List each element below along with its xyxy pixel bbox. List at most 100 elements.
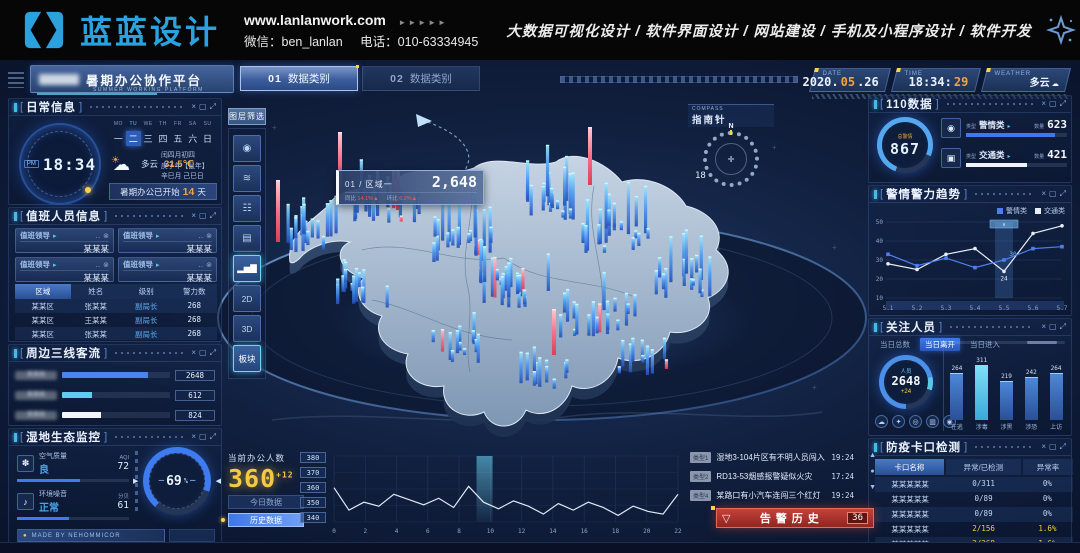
close-icon[interactable]: × [191, 433, 196, 441]
bar-scrollbar[interactable] [947, 341, 1065, 344]
duty-card[interactable]: 值班领导▸‥⊗某某某 [118, 257, 217, 282]
more-icon[interactable]: ‥ [198, 261, 203, 269]
close-icon[interactable]: × [191, 212, 196, 220]
focus-bar-column: 219涉黑 [998, 347, 1016, 431]
layer-3d-button[interactable]: 3D [233, 315, 261, 342]
close-icon[interactable]: × [1041, 443, 1046, 451]
focus-bar-column: 242涉恐 [1022, 347, 1040, 431]
madeby-bar: ● MADE BY NEHOMMICOR [17, 529, 165, 542]
weekday[interactable]: SU日 [200, 121, 215, 146]
more-icon[interactable]: ‥ [198, 232, 203, 240]
weekday[interactable]: WE三 [141, 121, 156, 146]
expand-icon[interactable]: ⤢ [1060, 323, 1066, 331]
layer-patrol-button[interactable]: ☷ [233, 195, 261, 222]
flow-bar-fill [62, 392, 92, 398]
layer-chart-button[interactable]: ▂▅▇ [233, 255, 261, 282]
checkpoint-scrollbar[interactable] [875, 543, 1073, 546]
layer-district-button[interactable]: 板块 [233, 345, 261, 372]
panel-title: 日常信息 [26, 99, 76, 115]
tab-data-category-02[interactable]: 02数据类别 [362, 66, 480, 91]
checkpoint-row: 某某某某某0/890% [875, 492, 1073, 507]
maximize-icon[interactable]: ▢ [1049, 323, 1057, 331]
alert-row[interactable]: 类型1湿地3-104片区有不明人员闯入19:24 [690, 450, 854, 465]
maximize-icon[interactable]: ▢ [1049, 190, 1057, 198]
close-icon[interactable]: × [1041, 100, 1046, 108]
maximize-icon[interactable]: ▢ [199, 212, 207, 220]
remove-icon[interactable]: ⊗ [206, 261, 212, 269]
history-data-button[interactable]: 历史数据 [228, 513, 304, 527]
more-icon[interactable]: ‥ [95, 261, 100, 269]
alert-tag: 类型1 [690, 452, 711, 463]
expand-icon[interactable]: ⤢ [210, 212, 216, 220]
alert-row[interactable]: 类型2RD13-53烟感报警疑似火灾17:24 [690, 469, 854, 484]
cloud-icon: ☁ [1051, 75, 1058, 89]
scroll-dot-icon[interactable]: ● [870, 468, 874, 475]
remove-icon[interactable]: ⊗ [206, 232, 212, 240]
gauge-left-arrow: ▶ [133, 477, 138, 485]
brand-name: 蓝蓝设计 [80, 7, 220, 53]
weekday[interactable]: MO一 [111, 121, 126, 146]
maximize-icon[interactable]: ▢ [1049, 443, 1057, 451]
remove-icon[interactable]: ⊗ [103, 232, 109, 240]
panel-title: 湿地生态监控 [26, 429, 101, 445]
table-cell: 某某区 [15, 299, 71, 313]
eco-gauge: – 69 % – ▶ ◀ [143, 447, 211, 515]
expand-icon[interactable]: ⤢ [210, 349, 216, 357]
maximize-icon[interactable]: ▢ [1049, 100, 1057, 108]
layer-camera-button[interactable]: ◉ [233, 135, 261, 162]
weekday[interactable]: SA六 [185, 121, 200, 146]
close-icon[interactable]: × [1041, 323, 1046, 331]
checkpoint-rate: 0% [1022, 509, 1073, 520]
trend-panel: [警情警力趋势]×▢⤢ 警情类交通类 5040302010∨30245.15.2… [868, 185, 1072, 316]
maximize-icon[interactable]: ▢ [199, 433, 207, 441]
maximize-icon[interactable]: ▢ [199, 349, 207, 357]
expand-icon[interactable]: ⤢ [1060, 100, 1066, 108]
caret-icon: ▸ [1008, 153, 1011, 160]
duty-name: 某某某 [123, 270, 212, 284]
dashboard: 暑期办公协作平台 SUMMER WORKING PLATFORM 01数据类别0… [0, 60, 1080, 553]
weekday[interactable]: FR五 [170, 121, 185, 146]
close-icon[interactable]: × [191, 103, 196, 111]
expand-icon[interactable]: ⤢ [210, 433, 216, 441]
expand-icon[interactable]: ⤢ [210, 103, 216, 111]
maximize-icon[interactable]: ▢ [199, 103, 207, 111]
expand-icon[interactable]: ⤢ [1060, 190, 1066, 198]
scroll-down-icon[interactable]: ▼ [869, 484, 876, 491]
today-data-button[interactable]: 今日数据 [228, 495, 304, 509]
focus-tab[interactable]: 当日总数 [875, 338, 915, 351]
count-value: 421 [1047, 148, 1067, 161]
close-icon[interactable]: × [1041, 190, 1046, 198]
checkpoint-header-cell[interactable]: 异常率 [1023, 459, 1073, 475]
alert-history-banner[interactable]: ▽ 告警历史 36 [716, 508, 874, 528]
checkpoint-header-cell[interactable]: 异常/已检测 [946, 459, 1021, 475]
tab-data-category-01[interactable]: 01数据类别 [240, 66, 358, 91]
data110-panel: [110数据]×▢⤢ 总警情 867 ◉类型警情类▸数量623▣类型交通类▸数量… [868, 95, 1072, 183]
flow-bar-fill [62, 372, 148, 378]
alert-row[interactable]: 类型4某路口有小汽车连闯三个红灯19:24 [690, 488, 854, 503]
tooltip-value: 2,648 [432, 173, 477, 191]
quick-action-icon-1[interactable]: ☁ [875, 415, 888, 428]
weekday[interactable]: TH四 [156, 121, 171, 146]
remove-icon[interactable]: ⊗ [103, 261, 109, 269]
site-url[interactable]: www.lanlanwork.com [244, 12, 386, 28]
bracket: [ [880, 99, 883, 110]
more-icon[interactable]: ‥ [95, 232, 100, 240]
quick-action-icon-3[interactable]: ◎ [909, 415, 922, 428]
caret-icon: ▸ [53, 232, 57, 240]
duty-name: 某某某 [123, 241, 212, 255]
layer-2d-button[interactable]: 2D [233, 285, 261, 312]
weekday[interactable]: TU二 [126, 121, 141, 146]
expand-icon[interactable]: ⤢ [1060, 443, 1066, 451]
checkpoint-header-cell[interactable]: 卡口名称 [875, 459, 944, 475]
arrows-decoration: ►►►►► [398, 18, 448, 27]
layer-list-button[interactable]: ▤ [233, 225, 261, 252]
duty-card[interactable]: 值班领导▸‥⊗某某某 [15, 257, 114, 282]
metric-label: 空气质量 [39, 451, 67, 461]
quick-action-icon-4[interactable]: ▥ [926, 415, 939, 428]
duty-card[interactable]: 值班领导▸‥⊗某某某 [118, 228, 217, 253]
duty-card[interactable]: 值班领导▸‥⊗某某某 [15, 228, 114, 253]
scroll-up-icon[interactable]: ▲ [869, 452, 876, 459]
layer-signal-button[interactable]: ≋ [233, 165, 261, 192]
quick-action-icon-2[interactable]: ✦ [892, 415, 905, 428]
close-icon[interactable]: × [191, 349, 196, 357]
